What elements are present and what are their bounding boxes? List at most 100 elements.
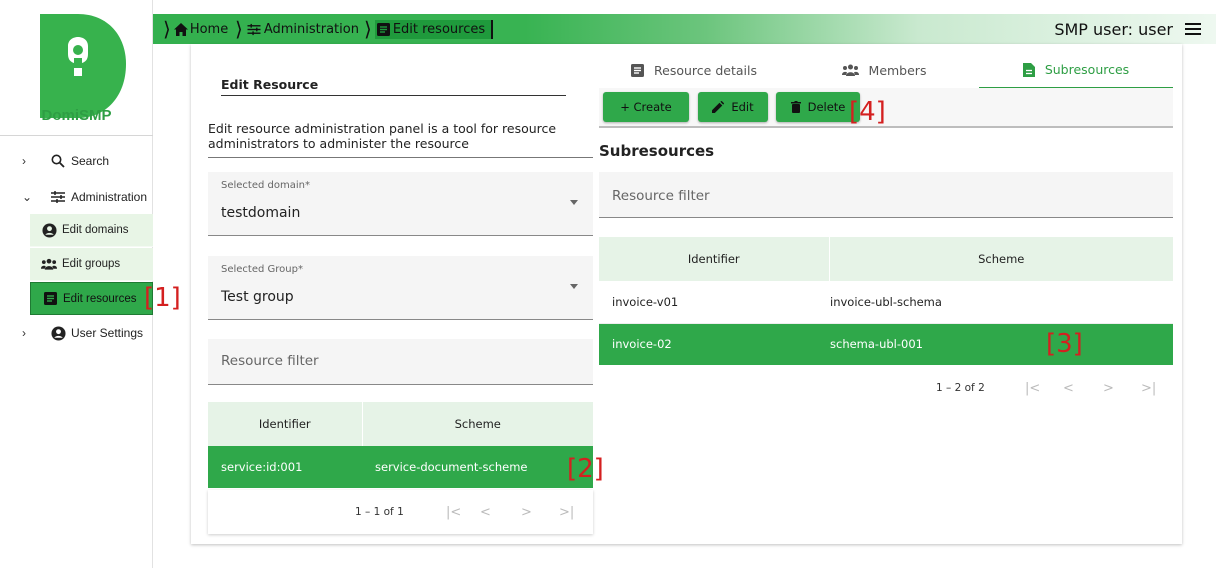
tab-label: Members (868, 62, 927, 78)
breadcrumb-home[interactable]: ⟩ Home (163, 16, 228, 42)
breadcrumb-separator-icon: ⟩ (235, 17, 243, 41)
document-icon (42, 291, 58, 307)
breadcrumb-separator-icon: ⟩ (364, 17, 372, 41)
sidebar-item-search[interactable]: › Search (0, 144, 153, 178)
selected-domain-select[interactable]: Selected domain* testdomain (208, 172, 593, 236)
dropdown-arrow-icon (570, 200, 578, 205)
resources-table: Identifier Scheme service:id:001 service… (208, 402, 593, 488)
breadcrumb-label: Home (189, 21, 229, 37)
column-header-identifier[interactable]: Identifier (208, 402, 363, 446)
edit-resource-description: Edit resource administration panel is a … (208, 121, 593, 158)
sidebar-item-label: Edit domains (62, 224, 129, 236)
annotation-marker-2: [2] (567, 454, 604, 484)
subresource-filter-placeholder: Resource filter (612, 188, 710, 204)
first-page-icon[interactable]: |< (446, 505, 461, 520)
breadcrumb-label: Edit resources (392, 21, 486, 37)
delete-button-label: Delete (807, 100, 846, 114)
column-header-scheme[interactable]: Scheme (829, 237, 1173, 281)
previous-page-icon[interactable]: < (480, 505, 491, 520)
subresources-paginator: 1 – 2 of 2 |< < > >| (599, 366, 1173, 410)
previous-page-icon[interactable]: < (1063, 381, 1074, 396)
logo-text: DomiSMP (41, 107, 112, 124)
chevron-right-icon: › (22, 326, 26, 340)
breadcrumb-separator-icon: ⟩ (163, 17, 171, 41)
account-circle-icon (50, 325, 66, 341)
sidebar-divider (0, 135, 153, 136)
subresources-table: Identifier Scheme invoice-v01 invoice-ub… (599, 237, 1173, 365)
cell-scheme: service-document-scheme (362, 446, 593, 488)
subresources-title: Subresources (599, 142, 715, 160)
annotation-marker-4: [4] (849, 97, 886, 127)
tab-resource-details[interactable]: Resource details (599, 52, 789, 88)
hamburger-menu-icon[interactable] (1185, 22, 1201, 36)
chevron-down-icon: ⌄ (22, 190, 33, 204)
column-header-identifier[interactable]: Identifier (599, 237, 830, 281)
next-page-icon[interactable]: > (521, 505, 532, 520)
sidebar-item-user-settings[interactable]: › User Settings (0, 316, 153, 350)
sidebar-item-edit-resources[interactable]: Edit resources (30, 282, 153, 315)
subresources-toolbar: + Create Edit Delete (599, 88, 1173, 128)
top-bar: ⟩ Home ⟩ Administration ⟩ Edit resources… (153, 14, 1216, 44)
breadcrumb-administration[interactable]: ⟩ Administration (235, 16, 359, 42)
search-icon (50, 153, 66, 169)
dropdown-arrow-icon (570, 284, 578, 289)
sidebar-item-label: Edit groups (62, 258, 121, 270)
sidebar-item-label: Search (71, 154, 110, 168)
cell-scheme: schema-ubl-001 (829, 323, 1173, 365)
last-page-icon[interactable]: >| (1141, 381, 1156, 396)
selected-domain-label: Selected domain* (221, 180, 310, 191)
table-header-row: Identifier Scheme (599, 237, 1173, 281)
trash-icon (790, 101, 801, 113)
create-button[interactable]: + Create (603, 92, 689, 122)
paginator-range: 1 – 1 of 1 (355, 506, 404, 518)
sidebar-item-label: Edit resources (63, 292, 137, 305)
resource-filter-input[interactable]: Resource filter (208, 339, 593, 385)
pencil-icon (712, 101, 725, 113)
paginator-range: 1 – 2 of 2 (936, 382, 985, 394)
sidebar-item-label: User Settings (71, 326, 144, 340)
tune-icon (247, 23, 261, 35)
account-circle-icon (41, 222, 57, 238)
cell-identifier: invoice-v01 (612, 294, 679, 309)
selected-domain-value: testdomain (221, 205, 301, 221)
sidebar-item-edit-groups[interactable]: Edit groups (30, 248, 153, 281)
annotation-marker-1: [1] (144, 283, 181, 313)
selected-group-value: Test group (221, 289, 294, 305)
tab-label: Resource details (654, 62, 757, 78)
breadcrumb-label: Administration (263, 21, 359, 37)
tune-icon (50, 189, 66, 205)
sidebar-item-label: Administration (71, 190, 148, 204)
column-header-scheme[interactable]: Scheme (362, 402, 593, 446)
sidebar-item-administration[interactable]: ⌄ Administration (0, 180, 153, 214)
table-header-row: Identifier Scheme (208, 402, 593, 446)
breadcrumb-edit-resources[interactable]: ⟩ Edit resources (364, 16, 494, 42)
first-page-icon[interactable]: |< (1025, 381, 1040, 396)
document-icon (631, 63, 645, 77)
delete-button[interactable]: Delete (776, 92, 860, 122)
breadcrumb-active-box: Edit resources (374, 19, 494, 39)
sidebar: DomiSMP › Search ⌄ Administration Edit d… (0, 0, 153, 568)
group-icon (841, 64, 859, 76)
group-icon (41, 256, 57, 272)
edit-button-label: Edit (731, 100, 754, 114)
sidebar-item-edit-domains[interactable]: Edit domains (30, 214, 153, 247)
cell-identifier: invoice-02 (599, 323, 829, 365)
next-page-icon[interactable]: > (1103, 381, 1114, 396)
tab-subresources[interactable]: Subresources (979, 52, 1173, 88)
edit-resource-title: Edit Resource (221, 77, 566, 96)
table-row[interactable]: service:id:001 service-document-scheme (208, 446, 593, 488)
resources-paginator: 1 – 1 of 1 |< < > >| (208, 490, 593, 534)
edit-button[interactable]: Edit (698, 92, 768, 122)
cell-identifier: service:id:001 (208, 446, 362, 488)
annotation-marker-3: [3] (1046, 329, 1083, 359)
user-label[interactable]: SMP user: user (1054, 20, 1173, 39)
tab-members[interactable]: Members (789, 52, 979, 88)
document-icon (376, 22, 390, 36)
subresource-filter-input[interactable]: Resource filter (599, 172, 1173, 218)
table-row-selected[interactable]: invoice-02 schema-ubl-001 (599, 323, 1173, 365)
last-page-icon[interactable]: >| (559, 505, 574, 520)
home-icon (173, 22, 188, 36)
table-row[interactable]: invoice-v01 invoice-ubl-schema (599, 281, 1173, 323)
tab-label: Subresources (1044, 62, 1130, 77)
selected-group-select[interactable]: Selected Group* Test group (208, 256, 593, 320)
